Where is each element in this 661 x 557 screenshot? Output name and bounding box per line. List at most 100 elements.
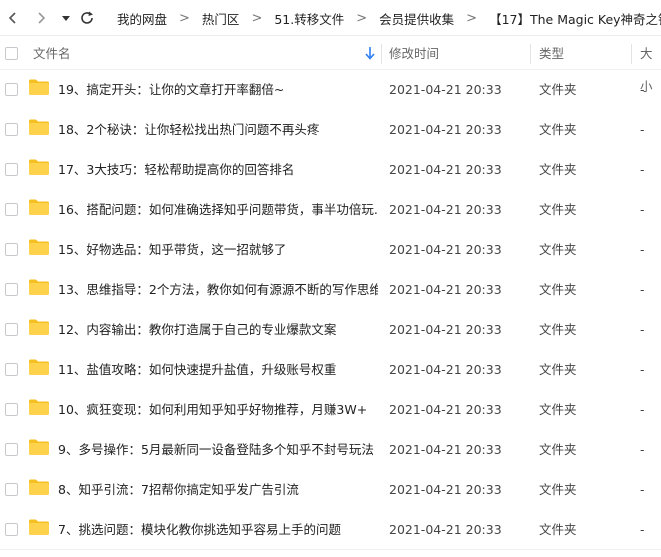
folder-icon xyxy=(29,279,49,295)
file-type: 文件夹 xyxy=(539,122,577,137)
select-all-checkbox[interactable] xyxy=(5,47,18,60)
file-size: - xyxy=(640,122,645,137)
row-checkbox[interactable] xyxy=(5,403,18,416)
file-size: - xyxy=(640,202,645,217)
back-button[interactable] xyxy=(3,8,23,28)
row-checkbox[interactable] xyxy=(5,243,18,256)
file-type: 文件夹 xyxy=(539,522,577,537)
file-name[interactable]: 10、疯狂变现：如何利用知乎知乎好物推荐，月赚3W+ xyxy=(58,390,378,430)
column-divider[interactable] xyxy=(381,44,382,64)
file-name[interactable]: 16、搭配问题：如何准确选择知乎问题带货，事半功倍玩... xyxy=(58,190,378,230)
file-row[interactable]: 12、内容输出：教你打造属于自己的专业爆款文案 2021-04-21 20:33 文… xyxy=(0,310,661,350)
breadcrumb: 我的网盘 > 热门区 > 51.转移文件 > 会员提供收集 > 【17】The … xyxy=(117,0,661,35)
file-type: 文件夹 xyxy=(539,362,577,377)
caret-down-icon xyxy=(62,16,70,21)
column-header-type[interactable]: 类型 xyxy=(539,37,564,70)
file-name[interactable]: 17、3大技巧：轻松帮助提高你的回答排名 xyxy=(58,150,378,190)
file-modified-time: 2021-04-21 20:33 xyxy=(389,402,502,417)
row-checkbox[interactable] xyxy=(5,83,18,96)
file-modified-time: 2021-04-21 20:33 xyxy=(389,442,502,457)
file-modified-time: 2021-04-21 20:33 xyxy=(389,522,502,537)
row-checkbox[interactable] xyxy=(5,523,18,536)
file-row[interactable]: 19、搞定开头：让你的文章打开率翻倍~ 2021-04-21 20:33 文件夹 - xyxy=(0,70,661,110)
file-name[interactable]: 12、内容输出：教你打造属于自己的专业爆款文案 xyxy=(58,310,378,350)
file-modified-time: 2021-04-21 20:33 xyxy=(389,482,502,497)
row-checkbox[interactable] xyxy=(5,123,18,136)
file-modified-time: 2021-04-21 20:33 xyxy=(389,202,502,217)
breadcrumb-item-transfer-files[interactable]: 51.转移文件 xyxy=(274,9,344,28)
file-name[interactable]: 8、知乎引流：7招帮你搞定知乎发广告引流 xyxy=(58,470,378,510)
file-size: - xyxy=(640,282,645,297)
chevron-right-icon xyxy=(38,12,46,24)
file-name[interactable]: 15、好物选品：知乎带货，这一招就够了 xyxy=(58,230,378,270)
row-checkbox[interactable] xyxy=(5,203,18,216)
folder-icon xyxy=(29,359,49,375)
folder-icon xyxy=(29,479,49,495)
file-name[interactable]: 18、2个秘诀：让你轻松找出热门问题不再头疼 xyxy=(58,110,378,150)
breadcrumb-item-hot-zone[interactable]: 热门区 xyxy=(202,9,240,28)
breadcrumb-item-current-folder[interactable]: 【17】The Magic Key神奇之钥等多个文件 xyxy=(489,9,661,28)
folder-icon xyxy=(29,439,49,455)
row-checkbox[interactable] xyxy=(5,483,18,496)
file-row[interactable]: 13、思维指导：2个方法，教你如何有源源不断的写作思维 2021-04-21 20… xyxy=(0,270,661,310)
navigation-bar: 我的网盘 > 热门区 > 51.转移文件 > 会员提供收集 > 【17】The … xyxy=(0,0,661,36)
file-type: 文件夹 xyxy=(539,322,577,337)
file-row[interactable]: 11、盐值攻略：如何快速提升盐值，升级账号权重 2021-04-21 20:33 文… xyxy=(0,350,661,390)
column-divider[interactable] xyxy=(530,44,531,64)
file-size: - xyxy=(640,82,645,97)
row-checkbox[interactable] xyxy=(5,163,18,176)
file-size: - xyxy=(640,522,645,537)
file-size: - xyxy=(640,482,645,497)
file-row[interactable]: 9、多号操作：5月最新同一设备登陆多个知乎不封号玩法 2021-04-21 20:… xyxy=(0,430,661,470)
sort-descending-icon[interactable] xyxy=(364,46,376,60)
row-checkbox[interactable] xyxy=(5,323,18,336)
file-row[interactable]: 17、3大技巧：轻松帮助提高你的回答排名 2021-04-21 20:33 文件夹 - xyxy=(0,150,661,190)
column-header-size[interactable]: 大小 xyxy=(640,37,661,94)
folder-icon xyxy=(29,79,49,95)
file-name[interactable]: 9、多号操作：5月最新同一设备登陆多个知乎不封号玩法 xyxy=(58,430,378,470)
row-checkbox[interactable] xyxy=(5,363,18,376)
file-size: - xyxy=(640,362,645,377)
file-modified-time: 2021-04-21 20:33 xyxy=(389,242,502,257)
file-type: 文件夹 xyxy=(539,202,577,217)
file-modified-time: 2021-04-21 20:33 xyxy=(389,362,502,377)
breadcrumb-separator: > xyxy=(356,10,368,26)
history-dropdown-button[interactable] xyxy=(56,8,76,28)
file-type: 文件夹 xyxy=(539,442,577,457)
chevron-left-icon xyxy=(8,12,16,24)
file-type: 文件夹 xyxy=(539,482,577,497)
file-row[interactable]: 10、疯狂变现：如何利用知乎知乎好物推荐，月赚3W+ 2021-04-21 20:… xyxy=(0,390,661,430)
forward-button[interactable] xyxy=(31,8,51,28)
file-name[interactable]: 7、挑选问题：模块化教你挑选知乎容易上手的问题 xyxy=(58,510,378,550)
file-modified-time: 2021-04-21 20:33 xyxy=(389,122,502,137)
refresh-button[interactable] xyxy=(77,8,97,28)
breadcrumb-separator: > xyxy=(179,10,190,26)
file-row[interactable]: 16、搭配问题：如何准确选择知乎问题带货，事半功倍玩... 2021-04-21 … xyxy=(0,190,661,230)
folder-icon xyxy=(29,199,49,215)
file-row[interactable]: 18、2个秘诀：让你轻松找出热门问题不再头疼 2021-04-21 20:33 文件… xyxy=(0,110,661,150)
row-checkbox[interactable] xyxy=(5,443,18,456)
file-modified-time: 2021-04-21 20:33 xyxy=(389,82,502,97)
folder-icon xyxy=(29,519,49,535)
file-name[interactable]: 11、盐值攻略：如何快速提升盐值，升级账号权重 xyxy=(58,350,378,390)
refresh-icon xyxy=(81,11,93,24)
breadcrumb-item-my-drive[interactable]: 我的网盘 xyxy=(117,9,167,28)
file-row[interactable]: 8、知乎引流：7招帮你搞定知乎发广告引流 2021-04-21 20:33 文件夹 - xyxy=(0,470,661,510)
file-name[interactable]: 19、搞定开头：让你的文章打开率翻倍~ xyxy=(58,70,378,110)
list-bottom-divider xyxy=(0,549,661,550)
folder-icon xyxy=(29,319,49,335)
file-size: - xyxy=(640,402,645,417)
file-row[interactable]: 15、好物选品：知乎带货，这一招就够了 2021-04-21 20:33 文件夹 - xyxy=(0,230,661,270)
breadcrumb-separator: > xyxy=(251,10,263,26)
file-size: - xyxy=(640,162,645,177)
file-name[interactable]: 13、思维指导：2个方法，教你如何有源源不断的写作思维 xyxy=(58,270,378,310)
file-row[interactable]: 7、挑选问题：模块化教你挑选知乎容易上手的问题 2021-04-21 20:33 文… xyxy=(0,510,661,550)
folder-icon xyxy=(29,399,49,415)
row-checkbox[interactable] xyxy=(5,283,18,296)
file-type: 文件夹 xyxy=(539,162,577,177)
column-header-modified[interactable]: 修改时间 xyxy=(389,37,439,70)
breadcrumb-item-member-collection[interactable]: 会员提供收集 xyxy=(379,9,454,28)
folder-icon xyxy=(29,239,49,255)
column-divider[interactable] xyxy=(631,44,632,64)
column-header-name[interactable]: 文件名 xyxy=(33,37,71,70)
